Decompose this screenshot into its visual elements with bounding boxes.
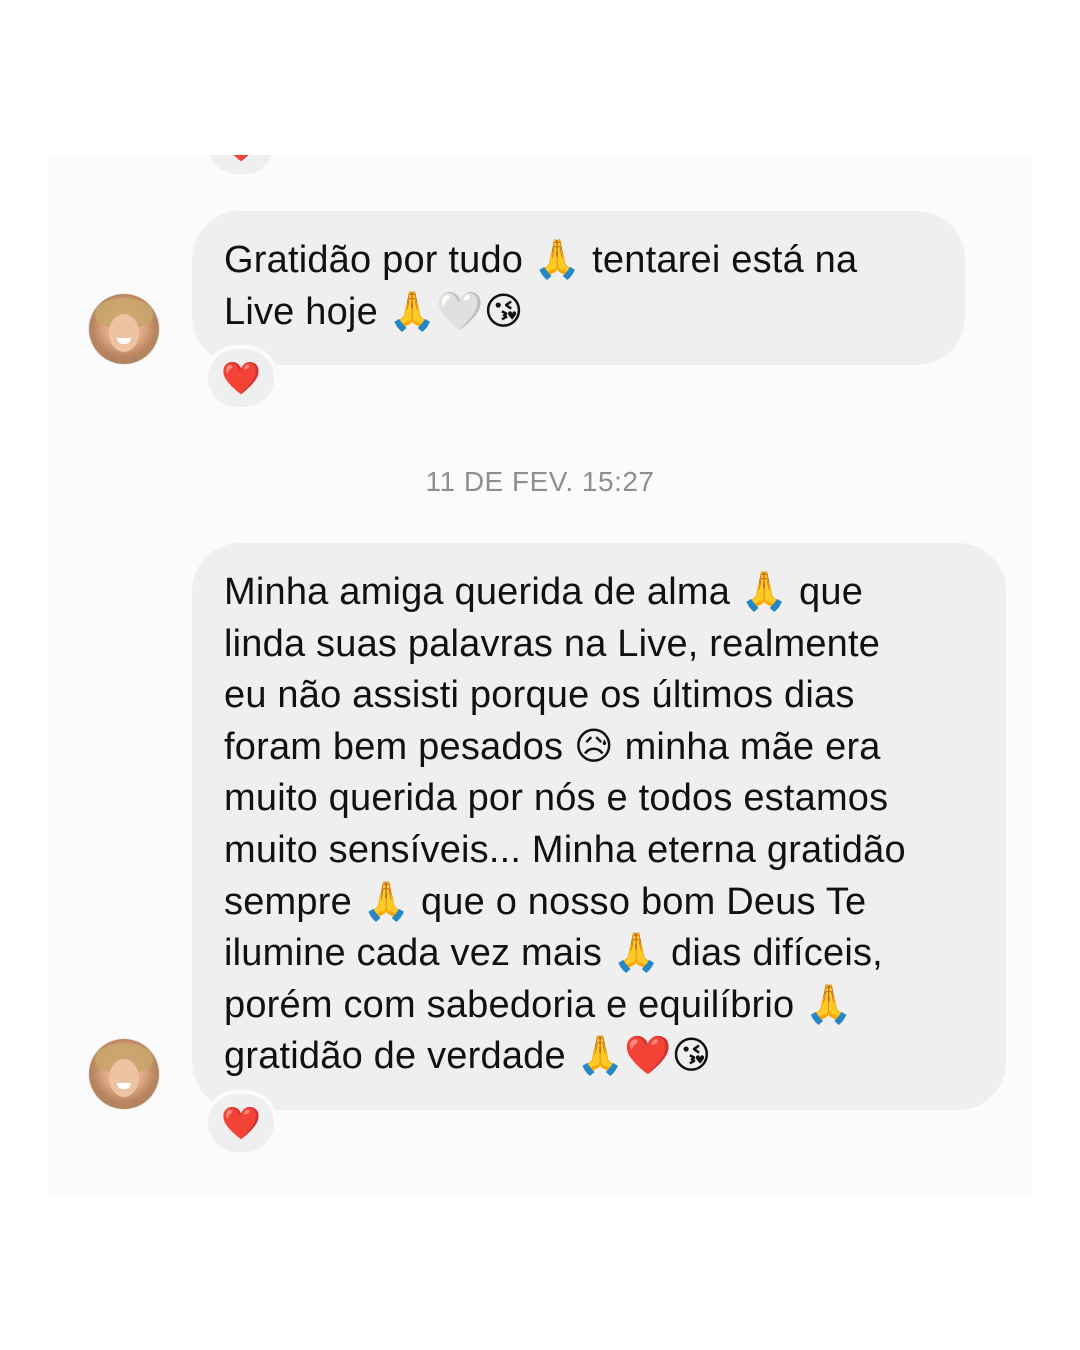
- message-text: Minha amiga querida de alma 🙏 que linda …: [224, 571, 906, 1078]
- message-bubble-2[interactable]: Minha amiga querida de alma 🙏 que linda …: [192, 543, 1006, 1110]
- reaction-heart-previous[interactable]: ❤️: [204, 126, 278, 178]
- heart-icon: ❤️: [221, 1104, 261, 1142]
- message-timestamp: 11 DE FEV. 15:27: [425, 466, 655, 497]
- heart-icon: ❤️: [221, 359, 261, 397]
- heart-icon: ❤️: [221, 126, 261, 164]
- avatar[interactable]: [89, 1039, 159, 1109]
- reaction-heart[interactable]: ❤️: [204, 1090, 278, 1156]
- reaction-heart[interactable]: ❤️: [204, 345, 278, 411]
- avatar[interactable]: [89, 294, 159, 364]
- message-bubble-1[interactable]: Gratidão por tudo 🙏 tentarei está na Liv…: [192, 211, 965, 365]
- message-text: Gratidão por tudo 🙏 tentarei está na Liv…: [224, 239, 858, 333]
